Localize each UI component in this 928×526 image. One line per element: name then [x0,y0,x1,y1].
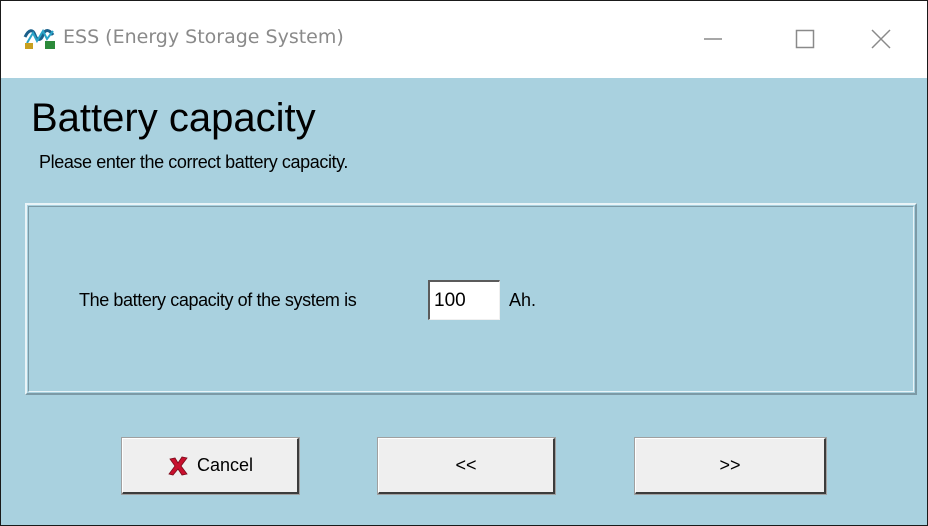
back-button[interactable]: << [377,437,556,495]
next-button[interactable]: >> [634,437,827,495]
page-title: Battery capacity [31,96,316,140]
battery-capacity-input[interactable] [428,280,500,320]
maximize-icon [795,29,815,49]
minimize-icon [704,38,722,40]
window-title: ESS (Energy Storage System) [63,26,344,48]
title-bar[interactable]: ESS (Energy Storage System) [1,1,927,78]
cancel-button[interactable]: Cancel [121,437,300,495]
close-icon [871,29,891,49]
capacity-prompt-label: The battery capacity of the system is [79,290,357,310]
next-label: >> [719,455,741,475]
ess-app-icon [23,28,55,49]
cancel-label: Cancel [196,455,254,475]
minimize-button[interactable] [667,1,759,78]
back-label: << [455,455,477,475]
wizard-window: ESS (Energy Storage System) Battery capa… [0,0,928,526]
capacity-unit-label: Ah. [509,290,537,310]
close-button[interactable] [835,1,927,78]
page-subtitle: Please enter the correct battery capacit… [39,152,349,172]
cancel-x-icon [168,456,188,475]
